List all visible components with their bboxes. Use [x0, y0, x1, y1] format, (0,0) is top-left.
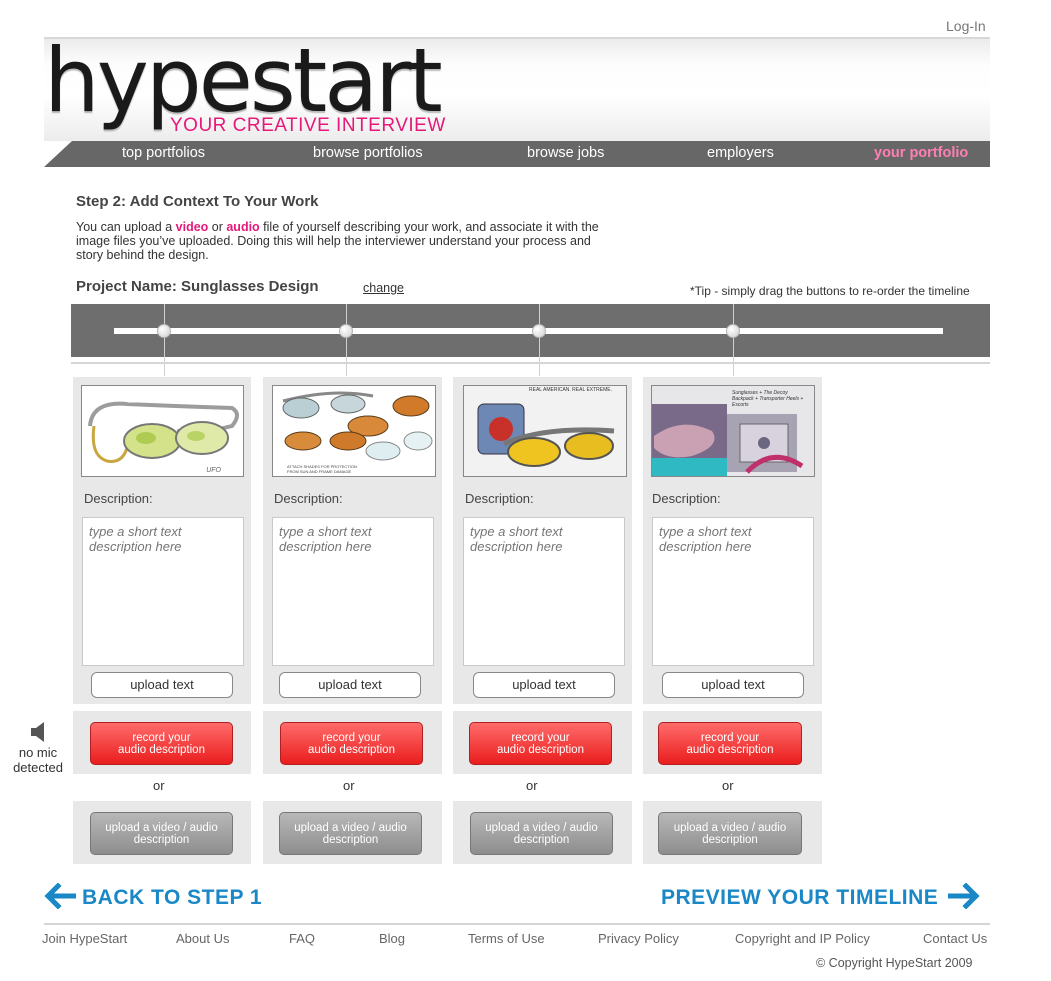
speaker-icon: [31, 722, 44, 742]
description-input[interactable]: [272, 517, 434, 666]
nav-your-portfolio[interactable]: your portfolio: [874, 145, 968, 161]
record-audio-button[interactable]: record your audio description: [280, 722, 423, 765]
timeline-handle-2[interactable]: [339, 324, 353, 338]
preview-timeline-link[interactable]: PREVIEW YOUR TIMELINE: [661, 882, 980, 910]
upload-text-button[interactable]: upload text: [473, 672, 615, 698]
thumbnail-caption: UFO: [206, 467, 221, 474]
upload-text-button[interactable]: upload text: [279, 672, 421, 698]
description-label: Description:: [465, 491, 534, 506]
back-to-step-1-link[interactable]: BACK TO STEP 1: [44, 882, 263, 910]
step-intro: You can upload a video or audio file of …: [76, 220, 606, 262]
upload-video-button[interactable]: upload a video / audio description: [470, 812, 613, 855]
intro-audio-highlight: audio: [226, 220, 260, 234]
footer-link-about[interactable]: About Us: [176, 931, 229, 946]
preview-label: PREVIEW YOUR TIMELINE: [661, 886, 939, 909]
arrow-left-icon: [44, 882, 77, 910]
back-label: BACK TO STEP 1: [82, 886, 263, 909]
intro-or: or: [208, 220, 227, 234]
nav-browse-portfolios[interactable]: browse portfolios: [313, 145, 423, 161]
description-input[interactable]: [652, 517, 814, 666]
mic-status-line-1: no mic: [18, 745, 58, 760]
timeline-handle-1[interactable]: [157, 324, 171, 338]
timeline-handle-4[interactable]: [726, 324, 740, 338]
copyright-notice: © Copyright HypeStart 2009: [816, 956, 973, 970]
video-label-1: upload a video / audio: [105, 821, 218, 834]
description-label: Description:: [84, 491, 153, 506]
thumbnail-caption: REAL AMERICAN. REAL EXTREME.: [529, 387, 612, 393]
nav-employers[interactable]: employers: [707, 145, 774, 161]
tagline: YOUR CREATIVE INTERVIEW: [170, 115, 446, 136]
upload-video-button[interactable]: upload a video / audio description: [658, 812, 802, 855]
upload-text-button[interactable]: upload text: [91, 672, 233, 698]
record-label-1: record your: [700, 731, 760, 744]
video-label-2: description: [513, 833, 570, 846]
card-4-thumbnail[interactable]: Sunglasses + The Decoy Backpack + Transp…: [651, 385, 815, 477]
description-label: Description:: [652, 491, 721, 506]
video-label-2: description: [133, 833, 190, 846]
timeline-track: [114, 328, 943, 334]
footer-link-copyright-policy[interactable]: Copyright and IP Policy: [735, 931, 870, 946]
upload-text-button[interactable]: upload text: [662, 672, 804, 698]
intro-text-1: You can upload a: [76, 220, 176, 234]
thumbnail-caption: Sunglasses + The Decoy Backpack + Transp…: [732, 390, 804, 408]
record-audio-button[interactable]: record your audio description: [658, 722, 802, 765]
intro-video-highlight: video: [175, 220, 209, 234]
arrow-right-icon: [947, 882, 980, 910]
mic-status: no mic detected: [8, 745, 68, 775]
footer-link-faq[interactable]: FAQ: [289, 931, 315, 946]
footer-link-terms[interactable]: Terms of Use: [468, 931, 545, 946]
video-label-2: description: [702, 833, 758, 846]
record-label-1: record your: [132, 731, 191, 744]
nav-top-portfolios[interactable]: top portfolios: [122, 145, 205, 161]
record-label-2: audio description: [497, 743, 584, 756]
record-label-2: audio description: [118, 743, 205, 756]
video-label-1: upload a video / audio: [294, 821, 407, 834]
record-label-2: audio description: [308, 743, 395, 756]
timeline-connector: [539, 304, 540, 376]
card-2-thumbnail[interactable]: ATTACH SHADES FOR PROTECTION FROM SUN AN…: [272, 385, 436, 477]
timeline-connector: [733, 304, 734, 376]
description-input[interactable]: [82, 517, 244, 666]
video-label-2: description: [322, 833, 379, 846]
card-3-thumbnail[interactable]: REAL AMERICAN. REAL EXTREME.: [463, 385, 627, 477]
or-separator: or: [153, 778, 165, 793]
record-label-1: record your: [511, 731, 570, 744]
description-label: Description:: [274, 491, 343, 506]
or-separator: or: [343, 778, 355, 793]
nav-notch: [44, 141, 72, 167]
timeline-divider: [71, 362, 990, 364]
login-link[interactable]: Log-In: [946, 18, 986, 34]
sunglasses-image: [464, 386, 626, 476]
change-project-link[interactable]: change: [363, 281, 404, 295]
or-separator: or: [526, 778, 538, 793]
footer-link-blog[interactable]: Blog: [379, 931, 405, 946]
footer-link-join[interactable]: Join HypeStart: [42, 931, 127, 946]
project-name: Project Name: Sunglasses Design: [76, 278, 319, 295]
timeline-connector: [346, 304, 347, 376]
footer-link-contact[interactable]: Contact Us: [923, 931, 987, 946]
footer-divider: [44, 923, 990, 925]
record-audio-button[interactable]: record your audio description: [469, 722, 612, 765]
thumbnail-caption: ATTACH SHADES FOR PROTECTION FROM SUN AN…: [287, 464, 357, 474]
upload-video-button[interactable]: upload a video / audio description: [279, 812, 422, 855]
card-1-thumbnail[interactable]: UFO: [81, 385, 244, 477]
record-label-2: audio description: [686, 743, 774, 756]
record-label-1: record your: [322, 731, 381, 744]
step-title: Step 2: Add Context To Your Work: [76, 193, 319, 210]
nav-browse-jobs[interactable]: browse jobs: [527, 145, 604, 161]
reorder-tip: *Tip - simply drag the buttons to re-ord…: [690, 284, 970, 298]
mic-status-line-2: detected: [13, 760, 63, 775]
sunglasses-image: [273, 386, 435, 476]
upload-video-button[interactable]: upload a video / audio description: [90, 812, 233, 855]
description-input[interactable]: [463, 517, 625, 666]
timeline-connector: [164, 304, 165, 376]
video-label-1: upload a video / audio: [673, 821, 787, 834]
timeline-handle-3[interactable]: [532, 324, 546, 338]
video-label-1: upload a video / audio: [485, 821, 598, 834]
or-separator: or: [722, 778, 734, 793]
sunglasses-image: [82, 386, 243, 476]
record-audio-button[interactable]: record your audio description: [90, 722, 233, 765]
footer-link-privacy[interactable]: Privacy Policy: [598, 931, 679, 946]
